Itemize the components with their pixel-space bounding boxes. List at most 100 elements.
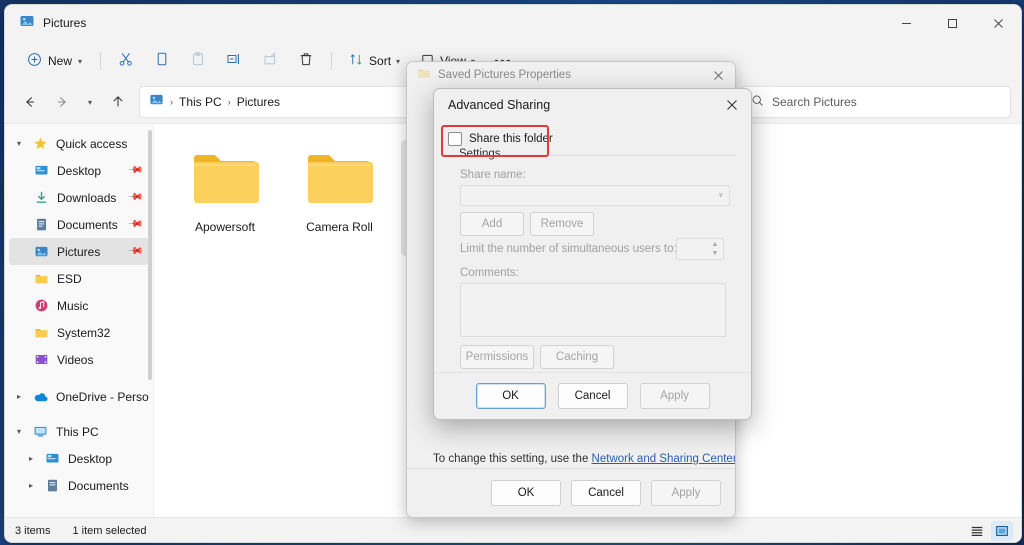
folder-icon: [417, 66, 431, 85]
close-icon[interactable]: [713, 89, 751, 121]
permissions-button[interactable]: Permissions: [460, 345, 534, 369]
search-input[interactable]: Search Pictures: [741, 86, 1011, 118]
sidebar-item-label: Pictures: [57, 244, 101, 259]
sidebar-item-videos[interactable]: Videos: [9, 346, 149, 373]
properties-dialog-footer: OK Cancel Apply: [407, 468, 735, 517]
sidebar-item-downloads[interactable]: Downloads 📌: [9, 184, 149, 211]
network-and-sharing-center-link[interactable]: Network and Sharing Center: [592, 453, 735, 465]
folder-icon: [33, 324, 50, 341]
maximize-button[interactable]: [929, 5, 975, 41]
advanced-sharing-apply-button[interactable]: Apply: [639, 383, 710, 409]
file-item-apowersoft[interactable]: Apowersoft: [172, 140, 278, 256]
delete-button[interactable]: [289, 46, 323, 76]
spinner-down-icon[interactable]: ▼: [712, 250, 719, 257]
scissors-icon: [118, 51, 134, 72]
pin-icon[interactable]: 📌: [126, 189, 143, 206]
remove-share-button[interactable]: Remove: [530, 212, 594, 236]
advanced-sharing-cancel-button[interactable]: Cancel: [557, 383, 628, 409]
limit-users-spinner[interactable]: ▲ ▼: [676, 238, 724, 260]
sidebar-item-music[interactable]: Music: [9, 292, 149, 319]
sidebar-item-desktop[interactable]: Desktop 📌: [9, 157, 149, 184]
pin-icon[interactable]: 📌: [126, 162, 143, 179]
window-titlebar: Pictures: [5, 5, 1021, 41]
list-view-icon[interactable]: [966, 521, 988, 541]
sidebar-item-this-pc-desktop[interactable]: ▸ Desktop: [9, 445, 149, 472]
spinner-up-icon[interactable]: ▲: [712, 241, 719, 248]
sort-button-label: Sort: [369, 54, 392, 68]
chevron-right-icon[interactable]: ▸: [25, 481, 37, 490]
pin-icon[interactable]: 📌: [126, 216, 143, 233]
network-sharing-note: To change this setting, use the Network …: [433, 453, 735, 465]
advanced-sharing-titlebar: Advanced Sharing: [434, 89, 751, 121]
view-toggle-group: [966, 521, 1013, 541]
sidebar-scrollbar[interactable]: [148, 130, 152, 380]
chevron-right-icon[interactable]: ▸: [13, 392, 25, 401]
video-icon: [33, 351, 50, 368]
settings-group: Settings Share name: ▾ Add Remove Limit …: [448, 148, 736, 387]
chevron-down-icon[interactable]: ▾: [13, 139, 25, 148]
document-icon: [33, 216, 50, 233]
window-title-group: Pictures: [5, 13, 86, 34]
selection-label: 1 item selected: [72, 525, 147, 537]
paste-button[interactable]: [181, 46, 215, 76]
sidebar-item-this-pc[interactable]: ▾ This PC: [9, 418, 149, 445]
close-button[interactable]: [975, 5, 1021, 41]
sidebar-item-onedrive[interactable]: ▸ OneDrive - Perso: [9, 383, 149, 410]
chevron-down-icon: ▾: [78, 56, 83, 66]
chevron-right-icon[interactable]: ▸: [25, 454, 37, 463]
add-share-button[interactable]: Add: [460, 212, 524, 236]
recent-locations-button[interactable]: ▾: [79, 87, 101, 117]
share-button[interactable]: [253, 46, 287, 76]
folder-icon: [305, 148, 374, 211]
properties-ok-button[interactable]: OK: [491, 480, 561, 506]
sidebar-item-esd[interactable]: ESD: [9, 265, 149, 292]
sidebar-item-label: ESD: [57, 271, 82, 286]
share-name-combobox[interactable]: ▾: [460, 185, 730, 206]
sort-button[interactable]: Sort ▾: [340, 46, 409, 76]
pictures-icon: [33, 243, 50, 260]
up-button[interactable]: [103, 87, 133, 117]
sidebar-item-label: OneDrive - Perso: [56, 389, 149, 404]
properties-cancel-button[interactable]: Cancel: [571, 480, 641, 506]
share-this-folder-checkbox[interactable]: [448, 132, 462, 146]
rename-button[interactable]: [217, 46, 251, 76]
breadcrumb-this-pc[interactable]: This PC: [179, 95, 222, 109]
advanced-sharing-footer: OK Cancel Apply: [434, 372, 751, 419]
comments-textarea[interactable]: [460, 283, 726, 337]
limit-users-label: Limit the number of simultaneous users t…: [460, 243, 677, 255]
sidebar-item-quick-access[interactable]: ▾ Quick access: [9, 130, 149, 157]
sidebar-item-documents[interactable]: Documents 📌: [9, 211, 149, 238]
sidebar-item-label: Quick access: [56, 136, 128, 151]
pin-icon[interactable]: 📌: [126, 243, 143, 260]
copy-button[interactable]: [145, 46, 179, 76]
onedrive-icon: [32, 388, 49, 405]
caching-button[interactable]: Caching: [540, 345, 614, 369]
breadcrumb-pictures[interactable]: Pictures: [237, 95, 280, 109]
tile-view-icon[interactable]: [991, 521, 1013, 541]
item-count-label: 3 items: [15, 525, 51, 537]
note-prefix: To change this setting, use the: [433, 453, 592, 465]
properties-apply-button[interactable]: Apply: [651, 480, 721, 506]
breadcrumb-separator: ›: [170, 97, 173, 107]
sidebar-item-system32[interactable]: System32: [9, 319, 149, 346]
back-button[interactable]: [15, 87, 45, 117]
chevron-down-icon: ▾: [718, 190, 723, 200]
sidebar-item-label: Videos: [57, 352, 94, 367]
cut-button[interactable]: [109, 46, 143, 76]
advanced-sharing-ok-button[interactable]: OK: [475, 383, 546, 409]
chevron-down-icon: ▾: [396, 56, 401, 66]
chevron-down-icon[interactable]: ▾: [13, 427, 25, 436]
search-placeholder: Search Pictures: [772, 95, 857, 109]
new-button[interactable]: New ▾: [17, 46, 92, 76]
forward-button[interactable]: [47, 87, 77, 117]
file-item-camera-roll[interactable]: Camera Roll: [286, 140, 392, 256]
share-name-label: Share name:: [460, 169, 526, 181]
sidebar-item-label: Downloads: [57, 190, 117, 205]
spinner-arrows[interactable]: ▲ ▼: [709, 239, 721, 259]
minimize-button[interactable]: [883, 5, 929, 41]
sidebar-item-pictures[interactable]: Pictures 📌: [9, 238, 149, 265]
share-this-folder-row[interactable]: Share this folder: [448, 132, 553, 146]
pictures-folder-icon: [19, 13, 35, 34]
close-icon[interactable]: [701, 62, 735, 88]
sidebar-item-this-pc-documents[interactable]: ▸ Documents: [9, 472, 149, 499]
